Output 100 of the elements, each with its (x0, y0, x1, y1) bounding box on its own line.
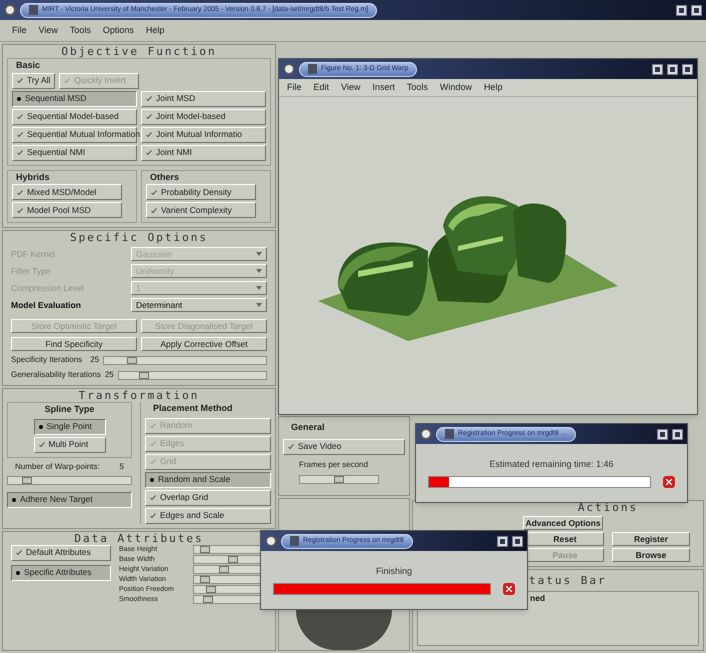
menu-item[interactable]: Insert (372, 80, 395, 94)
toggle-button[interactable]: Sequential MSD (12, 90, 137, 106)
stop-icon[interactable] (663, 476, 675, 488)
toggle-button[interactable]: Edges and Scale (145, 508, 271, 524)
toggle-button[interactable]: Adhere New Target (7, 492, 132, 508)
toggle-button[interactable]: Multi Point (34, 436, 106, 452)
action-button[interactable]: Reset (526, 532, 604, 546)
group-heading: General (290, 421, 326, 434)
app-icon (290, 536, 299, 546)
caret-icon (256, 269, 262, 273)
toggle-button[interactable]: Joint Mutual Informatio (141, 126, 266, 142)
check-mark-icon (150, 495, 156, 500)
slider-thumb[interactable] (200, 546, 210, 553)
check-mark-icon (146, 150, 152, 155)
group-heading: Placement Method (152, 402, 234, 415)
slider-thumb[interactable] (334, 476, 344, 482)
slider-thumb[interactable] (206, 586, 216, 593)
check-mark-icon (17, 150, 23, 155)
toggle-button[interactable]: Save Video (283, 438, 405, 454)
toggle-button[interactable]: Overlap Grid (145, 490, 271, 506)
slider-thumb[interactable] (22, 476, 32, 484)
window-menu-icon[interactable] (420, 428, 432, 440)
slider-label: Frames per second (298, 458, 369, 470)
check-mark-icon (17, 190, 23, 194)
slider-label: Generalisability Iterations (11, 369, 101, 381)
menu-item[interactable]: Tools (406, 80, 428, 94)
stop-icon[interactable] (503, 582, 515, 595)
slider-thumb[interactable] (200, 576, 210, 583)
action-button[interactable]: Advanced Options (523, 516, 603, 530)
menu-item[interactable]: Tools (70, 24, 91, 38)
slider-thumb[interactable] (228, 556, 238, 563)
caret-icon (256, 252, 262, 256)
menu-item[interactable]: Edit (314, 80, 330, 94)
check-mark-icon (146, 132, 152, 137)
section-heading: tatus Bar (528, 574, 608, 587)
toggle-button[interactable]: Joint Model-based (141, 108, 266, 124)
check-mark-icon (17, 208, 23, 212)
menu-item[interactable]: Help (484, 80, 502, 94)
slider-thumb[interactable] (126, 356, 137, 364)
menu-item[interactable]: View (341, 80, 360, 94)
slider-thumb[interactable] (139, 372, 150, 378)
check-mark-icon (150, 441, 156, 446)
toggle-button[interactable]: Default Attributes (11, 544, 111, 560)
check-mark-icon (64, 78, 70, 83)
toggle-button[interactable]: Varient Complexity (146, 202, 256, 218)
toggle-button[interactable]: Specific Attributes (11, 564, 111, 580)
action-button[interactable]: Apply Corrective Offset (141, 337, 267, 351)
slider-track[interactable] (299, 474, 379, 484)
group-heading: Hybrids (15, 170, 51, 184)
toggle-button[interactable]: Joint MSD (141, 90, 266, 106)
window-menu-icon[interactable] (265, 535, 277, 547)
toggle-button[interactable]: Single Point (34, 418, 106, 434)
check-mark-icon (146, 96, 152, 101)
check-mark-icon (17, 132, 23, 137)
group-heading: Spline Type (44, 403, 96, 416)
section-heading: Actions (578, 501, 638, 514)
action-button[interactable]: Register (612, 532, 690, 546)
toggle-button[interactable]: Sequential Mutual Information (12, 126, 137, 142)
check-mark-icon (151, 208, 157, 212)
menu-item[interactable]: File (12, 24, 27, 38)
toggle-button[interactable]: Random and Scale (145, 472, 271, 488)
toggle-button[interactable]: Sequential NMI (12, 144, 137, 160)
slider-value: 25 (90, 354, 100, 366)
check-mark-icon (150, 423, 156, 428)
toggle-button[interactable]: Try All (12, 72, 56, 88)
field-label: Model Evaluation (11, 298, 82, 312)
menu-item[interactable]: File (287, 80, 302, 94)
dropdown-field[interactable]: Determinant (131, 298, 267, 312)
slider-track[interactable] (7, 476, 132, 484)
slider-track[interactable] (118, 370, 267, 380)
window-menu-icon[interactable] (283, 63, 295, 75)
toggle-button[interactable]: Model Pool MSD (12, 202, 122, 218)
check-mark-icon (16, 550, 22, 555)
slider-thumb[interactable] (203, 596, 214, 603)
app-icon (29, 5, 38, 15)
toggle-button[interactable]: Joint NMI (141, 144, 266, 160)
toggle-button[interactable]: Probability Density (146, 184, 256, 200)
caret-icon (256, 286, 262, 290)
check-mark-icon (146, 114, 152, 119)
menu-item[interactable]: Window (440, 80, 472, 94)
section-heading: Specific Options (70, 231, 208, 244)
group-heading: Basic (15, 59, 42, 72)
app-icon (445, 429, 454, 439)
caret-icon (256, 303, 262, 307)
window-menu-icon[interactable] (4, 4, 16, 16)
check-mark-icon (17, 78, 23, 83)
menu-item[interactable]: Help (146, 24, 164, 38)
section-heading: Transformation (78, 389, 200, 402)
action-button[interactable]: Find Specificity (11, 337, 137, 351)
slider-track[interactable] (103, 356, 267, 364)
menu-item[interactable]: View (38, 24, 58, 38)
check-mark-icon (150, 513, 156, 518)
slider-thumb[interactable] (218, 566, 229, 573)
action-button[interactable]: Browse (612, 548, 690, 562)
check-mark-icon (38, 442, 44, 447)
check-mark-icon (288, 444, 294, 449)
toggle-button[interactable]: Sequential Model-based (12, 108, 137, 124)
menu-item[interactable]: Options (102, 24, 134, 38)
slider-label: Specificity Iterations (11, 354, 84, 366)
toggle-button[interactable]: Mixed MSD/Model (12, 184, 122, 200)
